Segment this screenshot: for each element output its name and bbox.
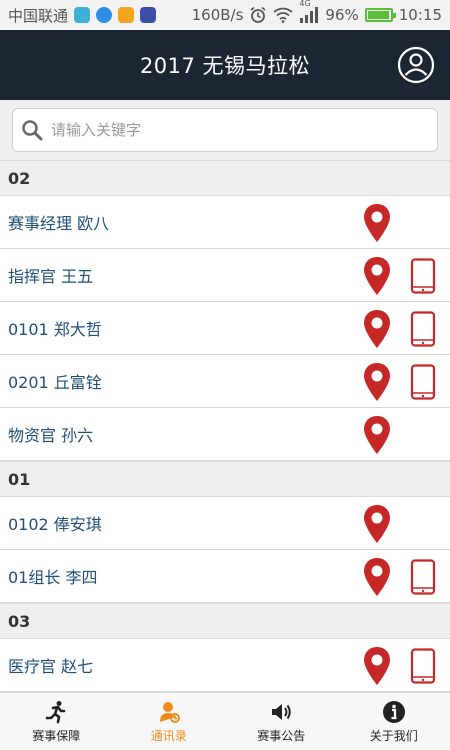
nav-tab-speaker[interactable]: 赛事公告 bbox=[225, 693, 338, 750]
location-pin-icon[interactable] bbox=[362, 256, 392, 296]
battery-icon bbox=[364, 8, 396, 22]
group-header: 02 bbox=[0, 160, 450, 196]
phone-icon[interactable] bbox=[410, 311, 436, 347]
wifi-icon bbox=[273, 7, 293, 23]
search-box[interactable] bbox=[12, 108, 438, 152]
location-pin-icon[interactable] bbox=[362, 504, 392, 544]
phone-icon[interactable] bbox=[410, 559, 436, 595]
profile-icon[interactable] bbox=[396, 45, 436, 85]
contact-name: 01组长 李四 bbox=[8, 568, 98, 587]
contact-row[interactable]: 0101 郑大哲 bbox=[0, 302, 450, 355]
runner-icon bbox=[44, 700, 68, 724]
battery-percent: 96% bbox=[325, 6, 359, 24]
page-title: 2017 无锡马拉松 bbox=[139, 54, 311, 78]
app-notification-icon bbox=[74, 7, 91, 23]
app-notification-icon bbox=[118, 7, 135, 23]
nav-tab-contacts[interactable]: 通讯录 bbox=[113, 693, 226, 750]
status-right: 160B/s 4G 96% 10:15 bbox=[191, 0, 442, 24]
phone-icon[interactable] bbox=[410, 648, 436, 684]
carrier-label: 中国联通 bbox=[8, 6, 69, 25]
contact-name: 医疗官 赵七 bbox=[8, 657, 94, 676]
alarm-icon bbox=[250, 6, 266, 23]
contact-row[interactable]: 医疗官 赵七 bbox=[0, 639, 450, 692]
contact-list: 02 赛事经理 欧八 指挥官 王五 0101 郑大哲 0201 丘富铨 物资官 孙六 01 0… bbox=[0, 160, 450, 692]
nav-tab-label: 赛事公告 bbox=[257, 728, 306, 743]
nav-tab-runner[interactable]: 赛事保障 bbox=[0, 693, 113, 750]
clock: 10:15 bbox=[398, 6, 442, 24]
nav-tab-label: 关于我们 bbox=[369, 728, 418, 743]
nav-tab-info[interactable]: 关于我们 bbox=[338, 693, 450, 750]
contact-row[interactable]: 0102 俸安琪 bbox=[0, 497, 450, 550]
contact-name: 0102 俸安琪 bbox=[8, 515, 102, 534]
app-header: 2017 无锡马拉松 bbox=[0, 30, 450, 100]
signal-indicator: 4G bbox=[299, 0, 319, 23]
contact-row[interactable]: 01组长 李四 bbox=[0, 550, 450, 603]
contact-name: 赛事经理 欧八 bbox=[8, 214, 110, 233]
location-pin-icon[interactable] bbox=[362, 557, 392, 597]
nav-tab-label: 赛事保障 bbox=[32, 728, 81, 743]
search-bar bbox=[0, 100, 450, 160]
search-input[interactable] bbox=[51, 121, 437, 139]
nav-tab-label: 通讯录 bbox=[150, 728, 187, 743]
contact-name: 物资官 孙六 bbox=[8, 426, 94, 445]
contact-row[interactable]: 赛事经理 欧八 bbox=[0, 196, 450, 249]
location-pin-icon[interactable] bbox=[362, 203, 392, 243]
bottom-nav: 赛事保障 通讯录 赛事公告 关于我们 bbox=[0, 692, 450, 750]
location-pin-icon[interactable] bbox=[362, 309, 392, 349]
location-pin-icon[interactable] bbox=[362, 646, 392, 686]
battery-fill bbox=[367, 11, 389, 19]
signal-icon bbox=[300, 7, 319, 23]
info-icon bbox=[382, 700, 406, 724]
contact-name: 0101 郑大哲 bbox=[8, 320, 102, 339]
contact-name: 0201 丘富铨 bbox=[8, 373, 102, 392]
contact-row[interactable]: 0201 丘富铨 bbox=[0, 355, 450, 408]
phone-icon[interactable] bbox=[410, 364, 436, 400]
search-icon bbox=[22, 120, 43, 141]
status-left: 中国联通 bbox=[8, 5, 157, 26]
network-type: 4G bbox=[299, 0, 311, 8]
location-pin-icon[interactable] bbox=[362, 362, 392, 402]
group-header: 01 bbox=[0, 461, 450, 497]
contact-row[interactable]: 物资官 孙六 bbox=[0, 408, 450, 461]
group-header: 03 bbox=[0, 603, 450, 639]
chat-notification-icon bbox=[96, 7, 113, 23]
contact-name: 指挥官 王五 bbox=[8, 267, 94, 286]
status-bar: 中国联通 160B/s 4G 96% 10:15 bbox=[0, 0, 450, 30]
contact-row[interactable]: 指挥官 王五 bbox=[0, 249, 450, 302]
app-notification-icon bbox=[140, 7, 157, 23]
speaker-icon bbox=[269, 700, 293, 724]
location-pin-icon[interactable] bbox=[362, 415, 392, 455]
network-speed: 160B/s bbox=[191, 6, 244, 24]
contacts-icon bbox=[157, 700, 181, 724]
phone-icon[interactable] bbox=[410, 258, 436, 294]
